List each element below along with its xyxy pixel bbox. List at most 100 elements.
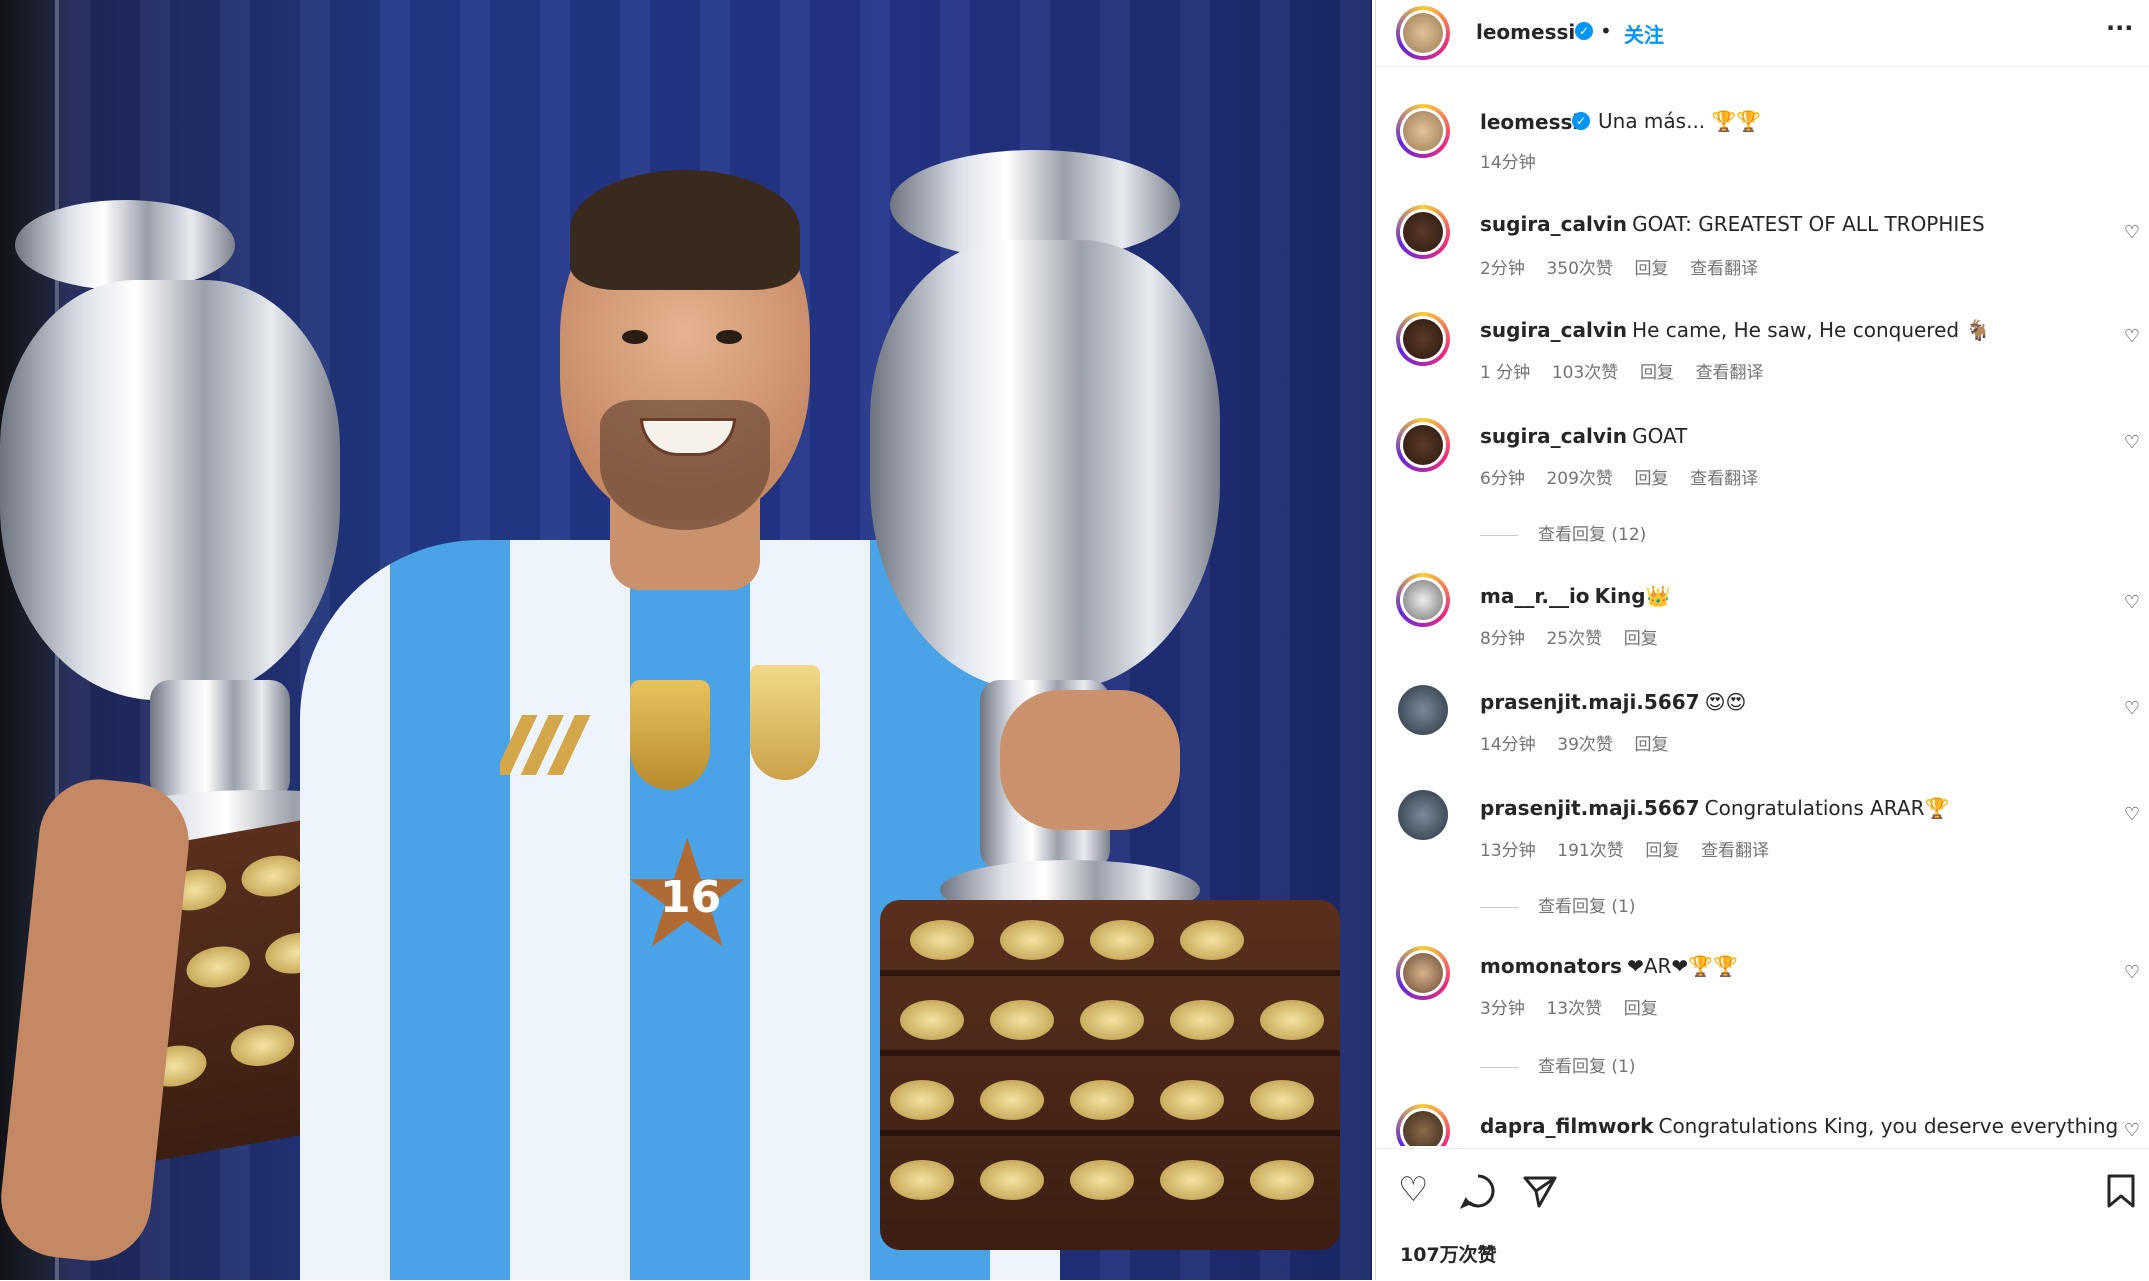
comment-like-icon[interactable]: ♡: [2124, 698, 2140, 719]
comment-likes[interactable]: 25次赞: [1546, 629, 1602, 649]
translate-button[interactable]: 查看翻译: [1696, 363, 1764, 383]
view-replies-label[interactable]: 查看回复 (12): [1538, 525, 1646, 545]
comment-username[interactable]: prasenjit.maji.5667: [1480, 796, 1700, 820]
share-icon[interactable]: [1522, 1173, 1558, 1215]
jersey-number: 16: [660, 872, 722, 923]
comment-like-icon[interactable]: ♡: [2124, 804, 2140, 825]
comment-like-icon[interactable]: ♡: [2124, 326, 2140, 347]
avatar[interactable]: [1396, 788, 1450, 842]
comment-like-icon[interactable]: ♡: [2124, 432, 2140, 453]
trophy-plate: [1070, 1160, 1134, 1200]
trophy-plate: [890, 1080, 954, 1120]
view-replies[interactable]: 查看回复 (12): [1480, 520, 1646, 545]
view-replies[interactable]: 查看回复 (1): [1480, 892, 1635, 917]
comment-likes[interactable]: 13次赞: [1546, 999, 1602, 1019]
comment-like-icon[interactable]: ♡: [2124, 1120, 2140, 1141]
avatar[interactable]: [1396, 6, 1450, 60]
post-photo[interactable]: ★ 16: [0, 0, 1372, 1280]
right-hand: [1000, 690, 1180, 830]
comment-username[interactable]: ma__r.__io: [1480, 584, 1590, 608]
avatar[interactable]: [1396, 946, 1450, 1000]
comments-panel: leomessi ✓ • 关注 ··· leomessi ✓ Una más..…: [1375, 0, 2149, 1280]
reply-button[interactable]: 回复: [1635, 735, 1669, 755]
view-replies[interactable]: 查看回复 (1): [1480, 1052, 1635, 1077]
right-trophy-base: [880, 900, 1340, 1250]
comment-time: 6分钟: [1480, 469, 1525, 489]
trophy-plate: [990, 1000, 1054, 1040]
header-separator: •: [1600, 19, 1612, 43]
comment-likes[interactable]: 39次赞: [1557, 735, 1613, 755]
comment-likes[interactable]: 350次赞: [1546, 259, 1612, 279]
trophy-plate: [980, 1160, 1044, 1200]
comment-meta: 3分钟 13次赞 回复: [1480, 994, 1658, 1019]
reply-button[interactable]: 回复: [1640, 363, 1674, 383]
header-username[interactable]: leomessi: [1476, 20, 1575, 44]
comment: sugira_calvin GOAT: [1480, 424, 1687, 448]
avatar[interactable]: [1396, 573, 1450, 627]
trophy-plate: [1070, 1080, 1134, 1120]
comment-username[interactable]: dapra_filmwork: [1480, 1114, 1653, 1138]
reply-button[interactable]: 回复: [1645, 841, 1679, 861]
trophy-plate: [238, 850, 309, 902]
view-replies-label[interactable]: 查看回复 (1): [1538, 1057, 1635, 1077]
comment-like-icon[interactable]: ♡: [2124, 962, 2140, 983]
jersey-badge: [630, 680, 710, 790]
comment-meta: 6分钟 209次赞 回复 查看翻译: [1480, 464, 1758, 489]
comment-likes[interactable]: 209次赞: [1546, 469, 1612, 489]
comment-username[interactable]: momonators: [1480, 954, 1622, 978]
comment-time: 3分钟: [1480, 999, 1525, 1019]
comment-likes[interactable]: 191次赞: [1557, 841, 1623, 861]
avatar[interactable]: [1396, 312, 1450, 366]
more-options-icon[interactable]: ···: [2106, 14, 2133, 42]
avatar[interactable]: [1396, 104, 1450, 158]
comment-time: 2分钟: [1480, 259, 1525, 279]
comment-time: 1 分钟: [1480, 363, 1531, 383]
comment-meta: 8分钟 25次赞 回复: [1480, 624, 1658, 649]
comment-likes[interactable]: 103次赞: [1552, 363, 1618, 383]
caption-username[interactable]: leomessi: [1480, 110, 1579, 134]
heart-icon[interactable]: ♡: [1398, 1173, 1428, 1207]
comment-text: Congratulations King, you deserve everyt…: [1658, 1114, 2119, 1138]
avatar[interactable]: [1396, 418, 1450, 472]
avatar[interactable]: [1396, 205, 1450, 259]
comment: ma__r.__io King👑: [1480, 584, 1670, 608]
view-replies-label[interactable]: 查看回复 (1): [1538, 897, 1635, 917]
comment-username[interactable]: sugira_calvin: [1480, 318, 1627, 342]
follow-button[interactable]: 关注: [1624, 19, 1664, 48]
reply-button[interactable]: 回复: [1635, 259, 1669, 279]
likes-count[interactable]: 107万次赞: [1400, 1240, 1497, 1267]
comment-time: 8分钟: [1480, 629, 1525, 649]
comment-meta: 14分钟 39次赞 回复: [1480, 730, 1669, 755]
comment-icon[interactable]: [1459, 1173, 1496, 1215]
comment-username[interactable]: sugira_calvin: [1480, 424, 1627, 448]
comment-meta: 1 分钟 103次赞 回复 查看翻译: [1480, 358, 1764, 383]
comment-time: 13分钟: [1480, 841, 1536, 861]
comment-username[interactable]: sugira_calvin: [1480, 212, 1627, 236]
comment-text: He came, He saw, He conquered 🐐: [1632, 318, 1991, 342]
reply-button[interactable]: 回复: [1635, 469, 1669, 489]
comment-username[interactable]: prasenjit.maji.5667: [1480, 690, 1700, 714]
comment: dapra_filmwork Congratulations King, you…: [1480, 1114, 2118, 1138]
comment: sugira_calvin He came, He saw, He conque…: [1480, 318, 1990, 342]
avatar[interactable]: [1396, 1104, 1450, 1146]
avatar[interactable]: [1396, 683, 1450, 737]
comment-like-icon[interactable]: ♡: [2124, 222, 2140, 243]
comment-meta: 2分钟 350次赞 回复 查看翻译: [1480, 254, 1758, 279]
comment-like-icon[interactable]: ♡: [2124, 592, 2140, 613]
translate-button[interactable]: 查看翻译: [1690, 469, 1758, 489]
translate-button[interactable]: 查看翻译: [1690, 259, 1758, 279]
bookmark-icon[interactable]: [2106, 1173, 2136, 1215]
comment-meta: 13分钟 191次赞 回复 查看翻译: [1480, 836, 1769, 861]
reply-button[interactable]: 回复: [1624, 629, 1658, 649]
comment-text: ❤AR❤🏆🏆: [1627, 954, 1738, 978]
trophy-plate: [1160, 1080, 1224, 1120]
comment-text: 😍😍: [1704, 690, 1747, 714]
trophy-plate: [1180, 920, 1244, 960]
trophy-plate: [1170, 1000, 1234, 1040]
trophy-plate: [183, 941, 254, 993]
trophy-plate: [900, 1000, 964, 1040]
reply-button[interactable]: 回复: [1624, 999, 1658, 1019]
trophy-plate: [890, 1160, 954, 1200]
translate-button[interactable]: 查看翻译: [1701, 841, 1769, 861]
trophy-band: [880, 1050, 1340, 1056]
